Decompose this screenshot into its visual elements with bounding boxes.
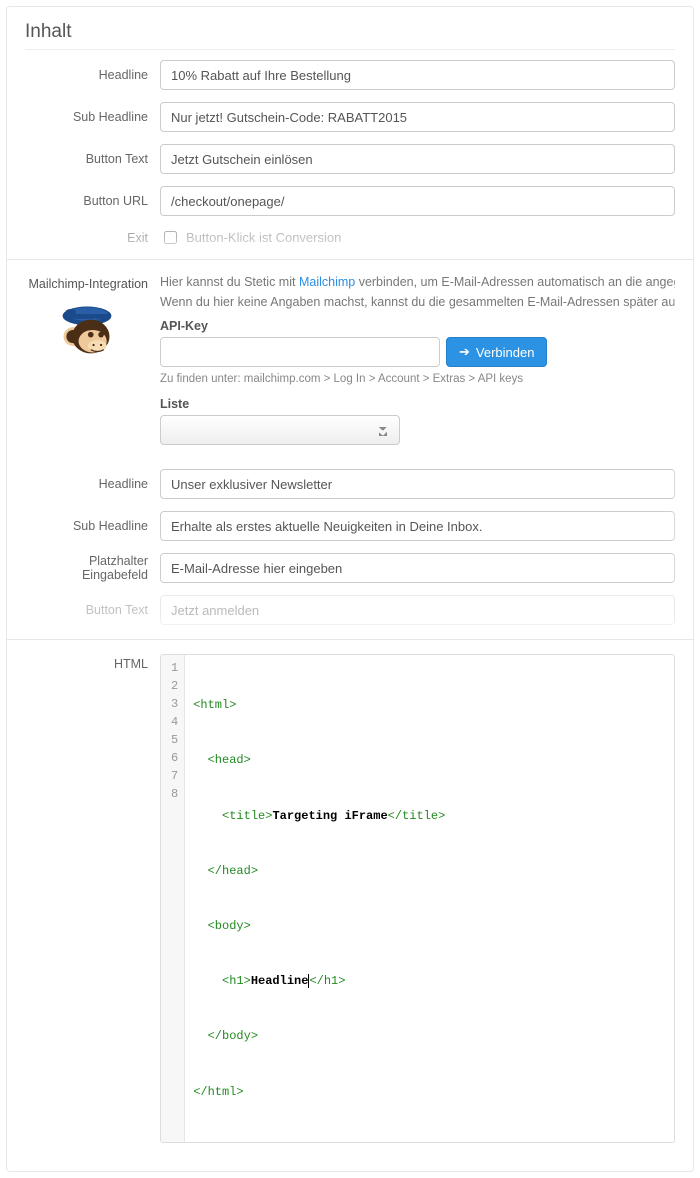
label-apikey: API-Key (160, 319, 675, 333)
row-mc-headline: Headline (25, 469, 675, 499)
label-mc-button-text: Button Text (25, 603, 160, 617)
arrow-right-icon: ➔ (459, 344, 470, 360)
label-headline: Headline (25, 68, 160, 82)
label-button-text: Button Text (25, 152, 160, 166)
label-html: HTML (25, 654, 160, 671)
divider (25, 49, 675, 50)
row-mailchimp-head: Mailchimp-Integration (25, 274, 675, 445)
label-sub-headline: Sub Headline (25, 110, 160, 124)
apikey-help: Zu finden unter: mailchimp.com > Log In … (160, 373, 675, 385)
mailchimp-description: Hier kannst du Stetic mit Mailchimp verb… (160, 274, 675, 292)
checkbox-exit[interactable] (164, 231, 177, 244)
row-button-url: Button URL (25, 186, 675, 216)
row-mc-placeholder: Platzhalter Eingabefeld (25, 553, 675, 583)
connect-button-label: Verbinden (476, 345, 535, 360)
row-mc-button-text: Button Text (25, 595, 675, 625)
section-mailchimp: Mailchimp-Integration (7, 259, 693, 639)
settings-panel: Inhalt Headline Sub Headline Button Text… (6, 6, 694, 1172)
section-html: HTML 12345678 <html> <head> <title>Targe… (7, 639, 693, 1171)
label-mailchimp: Mailchimp-Integration (25, 274, 160, 359)
row-button-text: Button Text (25, 144, 675, 174)
label-mc-headline: Headline (25, 477, 160, 491)
row-sub-headline: Sub Headline (25, 102, 675, 132)
input-mc-button-text[interactable] (160, 595, 675, 625)
input-button-url[interactable] (160, 186, 675, 216)
input-mc-placeholder[interactable] (160, 553, 675, 583)
input-mc-sub-headline[interactable] (160, 511, 675, 541)
checkbox-exit-label[interactable]: Button-Klick ist Conversion (160, 228, 341, 247)
code-content[interactable]: <html> <head> <title>Targeting iFrame</t… (185, 655, 453, 1142)
input-apikey[interactable] (160, 337, 440, 367)
section-inhalt: Inhalt Headline Sub Headline Button Text… (7, 7, 693, 259)
input-headline[interactable] (160, 60, 675, 90)
mailchimp-link[interactable]: Mailchimp (299, 275, 355, 289)
mailchimp-description-2: Wenn du hier keine Angaben machst, kanns… (160, 294, 675, 312)
row-html: HTML 12345678 <html> <head> <title>Targe… (25, 654, 675, 1143)
apikey-group: ➔ Verbinden (160, 337, 675, 367)
label-mc-sub-headline: Sub Headline (25, 519, 160, 533)
label-button-url: Button URL (25, 194, 160, 208)
label-list: Liste (160, 397, 675, 411)
checkbox-exit-text: Button-Klick ist Conversion (186, 230, 341, 245)
label-mc-placeholder: Platzhalter Eingabefeld (25, 554, 160, 582)
select-list[interactable] (160, 415, 400, 445)
input-button-text[interactable] (160, 144, 675, 174)
connect-button[interactable]: ➔ Verbinden (446, 337, 547, 367)
input-sub-headline[interactable] (160, 102, 675, 132)
code-gutter: 12345678 (161, 655, 185, 1142)
section-title-inhalt: Inhalt (25, 21, 675, 43)
input-mc-headline[interactable] (160, 469, 675, 499)
code-editor[interactable]: 12345678 <html> <head> <title>Targeting … (160, 654, 675, 1143)
row-headline: Headline (25, 60, 675, 90)
row-exit: Exit Button-Klick ist Conversion (25, 228, 675, 247)
row-mc-sub-headline: Sub Headline (25, 511, 675, 541)
mailchimp-icon (57, 299, 117, 359)
label-exit: Exit (25, 231, 160, 245)
